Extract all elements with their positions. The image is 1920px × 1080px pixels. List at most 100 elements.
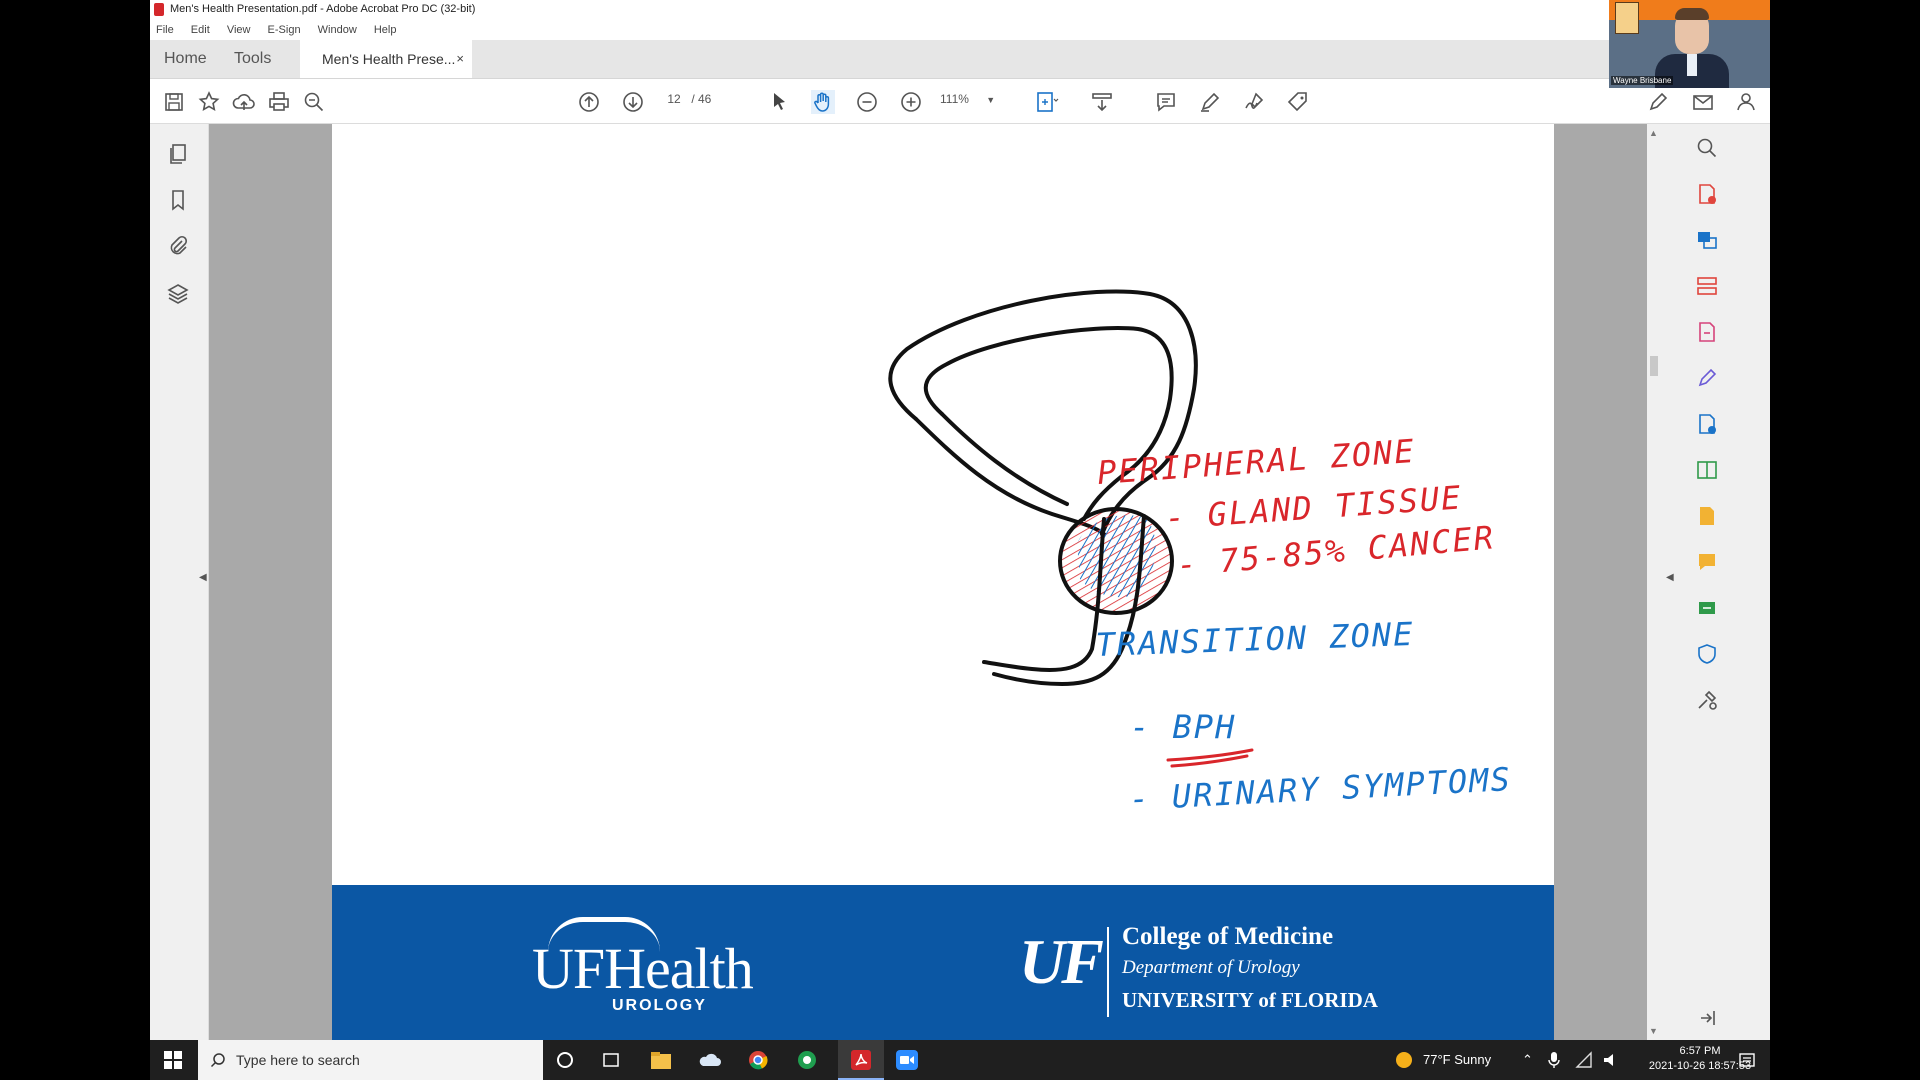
send-for-signature-icon[interactable] bbox=[1695, 596, 1719, 620]
organize-pages-icon[interactable] bbox=[1695, 274, 1719, 298]
print-icon[interactable] bbox=[267, 90, 291, 114]
scan-ocr-icon[interactable] bbox=[1695, 412, 1719, 436]
chrome-icon[interactable] bbox=[748, 1050, 768, 1070]
document-area[interactable]: PERIPHERAL ZONE - GLAND TISSUE - 75-85% … bbox=[209, 124, 1659, 1040]
menu-window[interactable]: Window bbox=[318, 24, 357, 36]
hand-drawing: PERIPHERAL ZONE - GLAND TISSUE - 75-85% … bbox=[888, 289, 1513, 818]
scrollbar-thumb[interactable] bbox=[1650, 356, 1658, 376]
email-icon[interactable] bbox=[1691, 90, 1715, 114]
webcam-participant-name: Wayne Brisbane bbox=[1611, 76, 1674, 85]
fill-sign-tag-icon[interactable] bbox=[1286, 90, 1310, 114]
bladder-outer-outline bbox=[888, 289, 1198, 536]
collapse-left-arrow-icon[interactable]: ◀ bbox=[199, 572, 207, 583]
university-label: UNIVERSITY of FLORIDA bbox=[1122, 988, 1378, 1012]
microphone-icon[interactable] bbox=[1548, 1051, 1560, 1069]
scroll-mode-icon[interactable] bbox=[1090, 90, 1114, 114]
bookmarks-icon[interactable] bbox=[166, 188, 190, 212]
tab-close-icon[interactable]: × bbox=[456, 40, 464, 78]
webcam-person-shirt bbox=[1687, 54, 1697, 76]
sign-icon[interactable] bbox=[1242, 90, 1266, 114]
cortana-icon[interactable] bbox=[556, 1051, 574, 1069]
webcam-plaque-icon bbox=[1615, 2, 1639, 34]
menu-view[interactable]: View bbox=[227, 24, 251, 36]
taskbar-search-placeholder: Type here to search bbox=[236, 1052, 360, 1068]
zoom-app-icon[interactable] bbox=[896, 1050, 918, 1070]
bladder-outer-lower bbox=[914, 417, 1106, 536]
transition-zone-item-2: - URINARY SYMPTOMS bbox=[1128, 760, 1512, 818]
comment-tool-icon[interactable] bbox=[1695, 550, 1719, 574]
zoom-value: 111% bbox=[940, 92, 969, 106]
file-explorer-icon[interactable] bbox=[650, 1050, 672, 1070]
scroll-up-arrow-icon[interactable]: ▲ bbox=[1649, 128, 1658, 138]
uf-monogram: UF bbox=[1019, 926, 1104, 997]
title-bar: Men's Health Presentation.pdf - Adobe Ac… bbox=[150, 0, 1770, 20]
acrobat-taskbar-icon bbox=[851, 1050, 871, 1070]
comment-icon[interactable] bbox=[1154, 90, 1178, 114]
menu-edit[interactable]: Edit bbox=[191, 24, 210, 36]
save-icon[interactable] bbox=[162, 90, 186, 114]
green-app-icon[interactable] bbox=[797, 1050, 817, 1070]
edit-sign-icon[interactable] bbox=[1647, 90, 1671, 114]
page-number-input[interactable]: 12 bbox=[660, 92, 688, 106]
tab-document[interactable]: Men's Health Prese... × bbox=[300, 40, 472, 78]
windows-start-icon[interactable] bbox=[164, 1051, 182, 1069]
bookmark-star-icon[interactable] bbox=[197, 90, 221, 114]
scroll-down-arrow-icon[interactable]: ▼ bbox=[1649, 1026, 1658, 1036]
zoom-in-icon[interactable] bbox=[899, 90, 923, 114]
collapse-right-arrow-icon[interactable]: ◀ bbox=[1666, 572, 1674, 583]
cloud-app-icon[interactable] bbox=[699, 1050, 721, 1070]
pdf-page: PERIPHERAL ZONE - GLAND TISSUE - 75-85% … bbox=[332, 124, 1554, 1040]
expand-panel-icon[interactable] bbox=[1695, 1006, 1719, 1030]
network-icon[interactable] bbox=[1575, 1051, 1593, 1069]
attachment-icon[interactable] bbox=[166, 234, 190, 258]
combine-files-icon[interactable] bbox=[1695, 228, 1719, 252]
fill-and-sign-icon[interactable] bbox=[1695, 504, 1719, 528]
department-label: Department of Urology bbox=[1122, 957, 1300, 978]
ufhealth-logo: UFHealth bbox=[532, 917, 754, 1002]
weather-text[interactable]: 77°F Sunny bbox=[1423, 1052, 1491, 1067]
weather-sun-icon[interactable] bbox=[1395, 1051, 1413, 1069]
menu-file[interactable]: File bbox=[156, 24, 174, 36]
tab-home[interactable]: Home bbox=[164, 40, 207, 78]
page-indicator: 12 / 46 bbox=[660, 92, 711, 106]
acrobat-app-icon bbox=[154, 3, 164, 16]
taskbar-search-box[interactable]: Type here to search bbox=[198, 1040, 543, 1080]
previous-page-icon[interactable] bbox=[577, 90, 601, 114]
page-thumbnails-icon[interactable] bbox=[166, 142, 190, 166]
task-view-icon[interactable] bbox=[602, 1051, 620, 1069]
ufhealth-urology-label: UROLOGY bbox=[612, 997, 707, 1014]
hand-tool-icon[interactable] bbox=[811, 90, 835, 114]
edit-pdf-icon[interactable] bbox=[1695, 366, 1719, 390]
windows-taskbar: Type here to search 77°F Sunny ⌃ 6:57 PM… bbox=[150, 1040, 1770, 1080]
create-pdf-icon[interactable] bbox=[1695, 182, 1719, 206]
fit-page-icon[interactable] bbox=[1035, 90, 1059, 114]
tab-bar: Home Tools Men's Health Prese... × bbox=[150, 40, 1770, 79]
volume-icon[interactable] bbox=[1602, 1051, 1620, 1069]
vertical-scrollbar[interactable]: ▲ ▼ bbox=[1647, 124, 1661, 1040]
layers-icon[interactable] bbox=[166, 282, 190, 306]
acrobat-window: Men's Health Presentation.pdf - Adobe Ac… bbox=[150, 0, 1770, 1040]
tab-document-label: Men's Health Prese... bbox=[322, 51, 456, 67]
enhance-scans-icon[interactable] bbox=[1695, 458, 1719, 482]
export-pdf-icon[interactable] bbox=[1695, 320, 1719, 344]
notification-center-icon[interactable] bbox=[1738, 1051, 1756, 1069]
menu-help[interactable]: Help bbox=[374, 24, 397, 36]
protect-shield-icon[interactable] bbox=[1695, 642, 1719, 666]
zoom-out-icon[interactable] bbox=[855, 90, 879, 114]
menu-esign[interactable]: E-Sign bbox=[268, 24, 301, 36]
window-title: Men's Health Presentation.pdf - Adobe Ac… bbox=[170, 3, 476, 15]
highlight-pen-icon[interactable] bbox=[1198, 90, 1222, 114]
tab-tools[interactable]: Tools bbox=[234, 40, 271, 78]
cloud-upload-icon[interactable] bbox=[232, 90, 256, 114]
share-user-icon[interactable] bbox=[1735, 90, 1759, 114]
search-tools-icon[interactable] bbox=[1695, 136, 1719, 160]
zoom-dropdown[interactable]: 111% ▼ bbox=[940, 92, 995, 106]
more-tools-icon[interactable] bbox=[1695, 688, 1719, 712]
footer-divider bbox=[1107, 927, 1109, 1017]
left-navigation-pane: ◀ bbox=[150, 124, 209, 1040]
select-cursor-icon[interactable] bbox=[767, 90, 791, 114]
acrobat-taskbar-button[interactable] bbox=[838, 1040, 884, 1080]
zoom-search-icon[interactable] bbox=[302, 90, 326, 114]
tray-chevron-up-icon[interactable]: ⌃ bbox=[1522, 1052, 1533, 1068]
next-page-icon[interactable] bbox=[621, 90, 645, 114]
